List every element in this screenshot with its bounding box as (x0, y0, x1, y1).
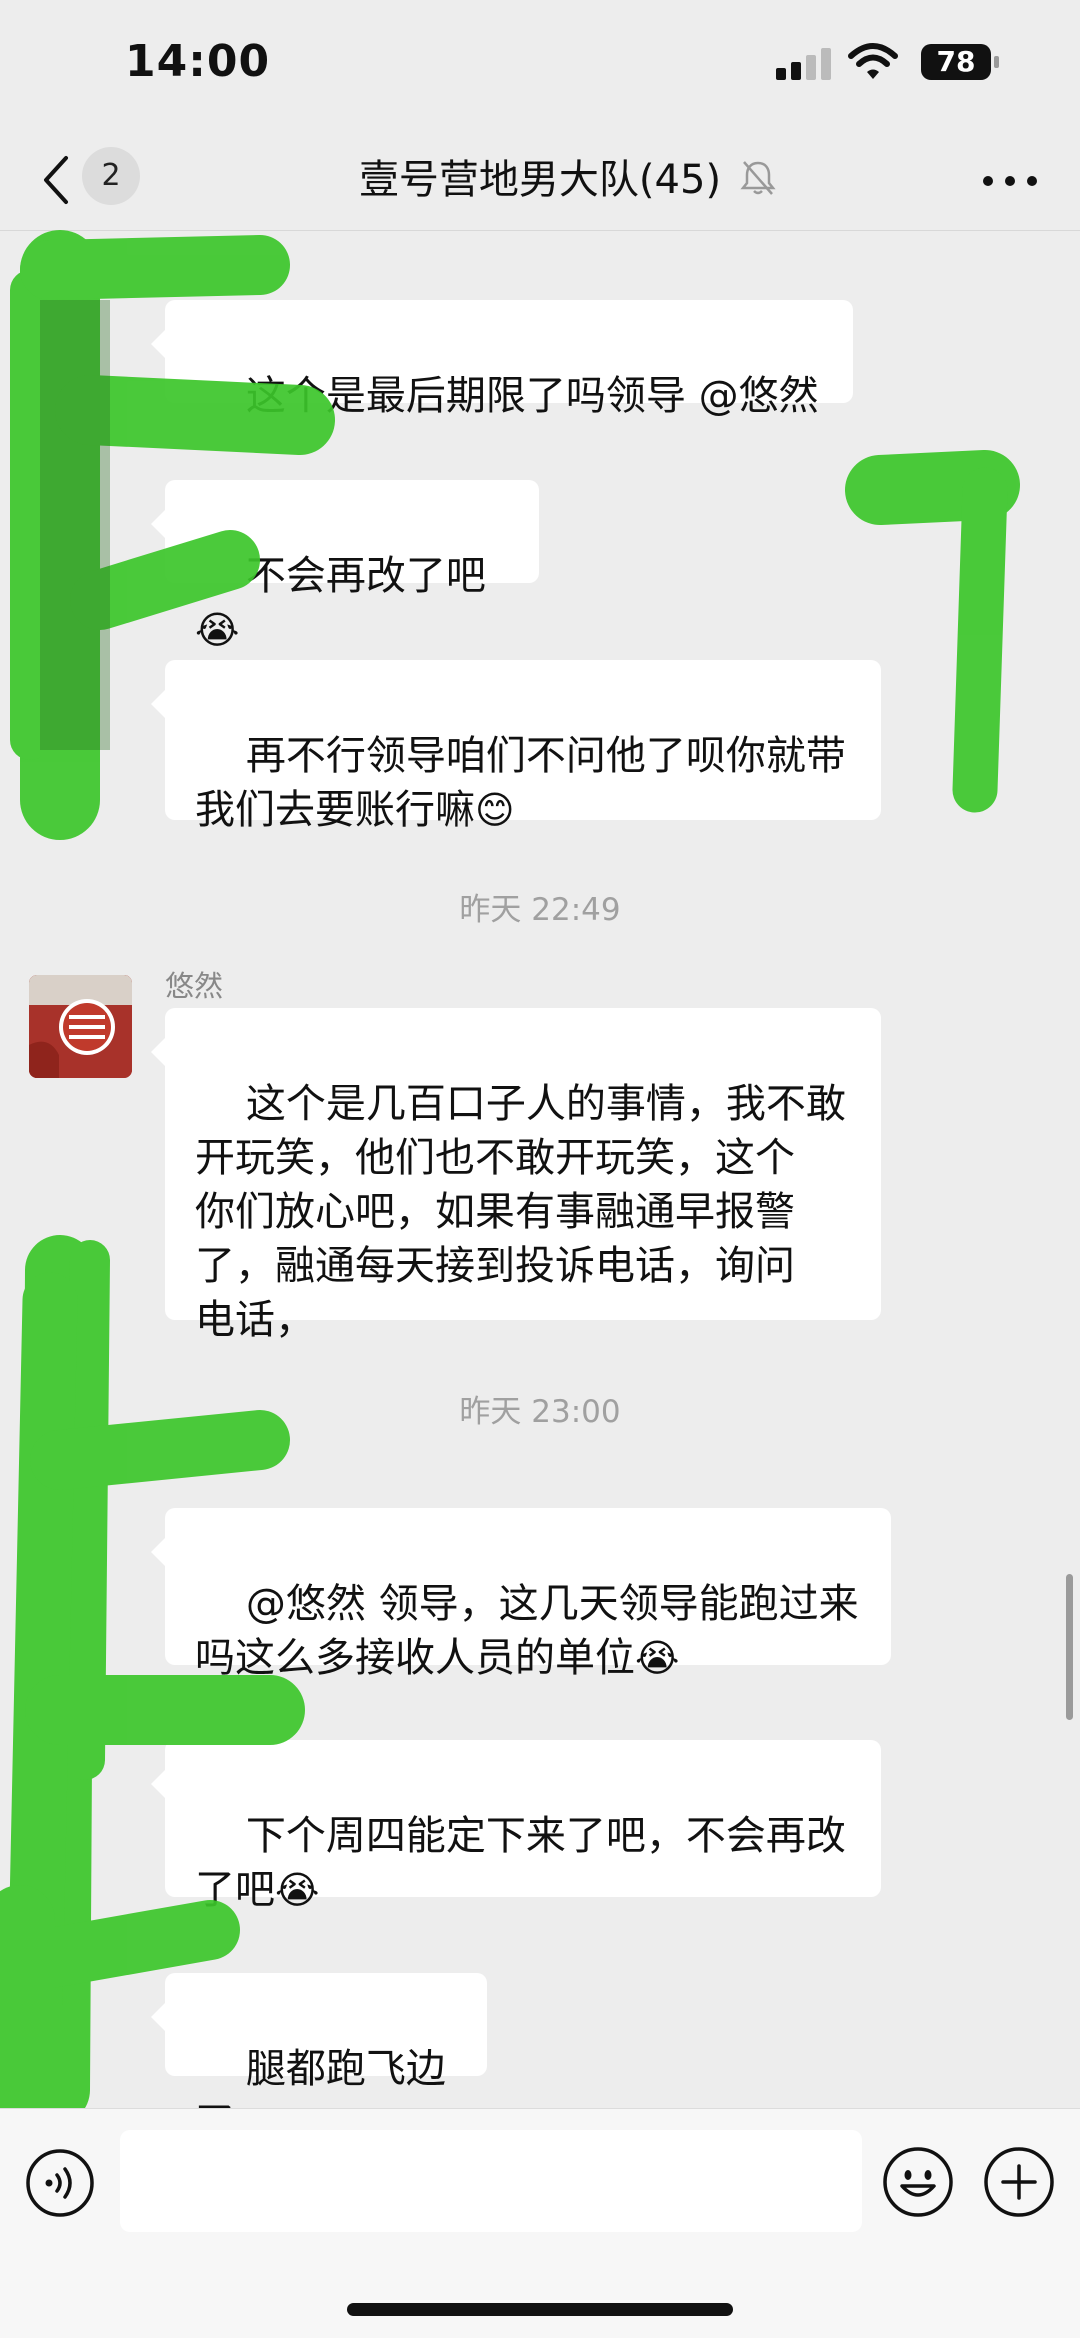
unread-badge[interactable]: 2 (82, 147, 140, 205)
crying-laughing-emoji: 😭 (195, 608, 240, 652)
chat-title: 壹号营地男大队(45) (358, 157, 722, 203)
message-bubble[interactable]: 再不行领导咱们不问他了呗你就带 我们去要账行嘛😊 (151, 660, 881, 833)
message-bubble[interactable]: @悠然 领导，这几天领导能跑过来 吗这么多接收人员的单位😭 (151, 1508, 891, 1681)
message-text: 不会再改了吧 (245, 553, 486, 599)
wifi-icon (848, 43, 898, 79)
battery-level: 78 (936, 45, 976, 78)
battery-icon: 78 (920, 42, 1000, 82)
plus-circle-icon[interactable] (983, 2146, 1055, 2218)
message-timestamp: 昨天 23:00 (459, 1394, 621, 1430)
status-bar: 14:00 78 (0, 0, 1080, 130)
voice-icon[interactable] (25, 2148, 95, 2218)
bell-muted-icon (740, 161, 776, 195)
message-bubble[interactable]: 下个周四能定下来了吧，不会再改 了吧😭 (151, 1740, 881, 1913)
message-bubble[interactable]: 这个是几百口子人的事情，我不敢 开玩笑，他们也不敢开玩笑，这个 你们放心吧，如果… (151, 1008, 881, 1343)
message-text: 再不行领导咱们不问他了呗你就带 我们去要账行嘛 (195, 733, 846, 833)
message-text: 这个是几百口子人的事情，我不敢 开玩笑，他们也不敢开玩笑，这个 你们放心吧，如果… (195, 1081, 846, 1343)
smile-emoji: 😊 (475, 788, 515, 832)
crying-laughing-emoji: 😭 (275, 1868, 320, 1912)
crying-laughing-emoji: 😭 (635, 1636, 680, 1680)
status-time: 14:00 (125, 36, 271, 87)
avatar[interactable] (29, 975, 132, 1078)
home-indicator (347, 2303, 733, 2316)
more-dots-icon[interactable] (980, 166, 1040, 196)
message-bubble[interactable]: 这个是最后期限了吗领导 @悠然 (151, 300, 853, 419)
chat-header: 壹号营地男大队(45) (0, 130, 1080, 231)
sender-name: 悠然 (165, 969, 224, 1003)
message-timestamp: 昨天 22:49 (459, 892, 621, 928)
message-text: 这个是最后期限了吗领导 @悠然 (245, 373, 819, 419)
message-text: @悠然 领导，这几天领导能跑过来 吗这么多接收人员的单位 (195, 1581, 859, 1681)
emoji-icon[interactable] (882, 2146, 954, 2218)
cellular-signal-icon (776, 48, 831, 80)
scrollbar-thumb[interactable] (1066, 1574, 1073, 1720)
message-input[interactable] (120, 2130, 862, 2232)
message-bubble[interactable]: 不会再改了吧😭 (151, 480, 539, 652)
message-bubble[interactable]: 腿都跑飞边了 (151, 1973, 487, 2146)
